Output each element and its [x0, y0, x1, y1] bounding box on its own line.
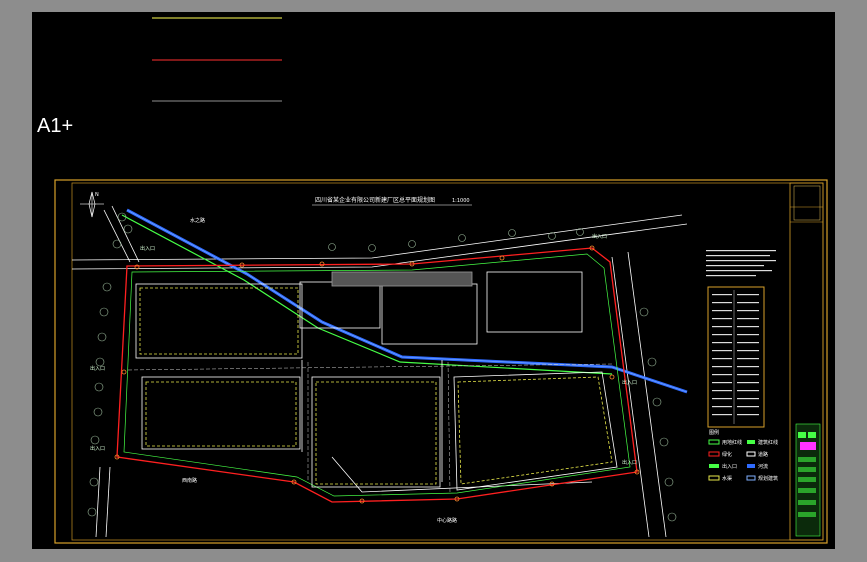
design-notes — [706, 250, 776, 277]
legend-swatch-8 — [746, 475, 756, 481]
west-road-label: 西南路 — [182, 477, 197, 484]
legend-swatch-6 — [747, 464, 755, 468]
drawing-viewport[interactable]: A1+ N 四川省某企业有限公司新建厂区总平面规划图 1:1000 水之路 中心… — [32, 12, 835, 549]
north-arrow-icon: N — [80, 191, 104, 218]
gate-label-3: 出入口 — [140, 245, 155, 252]
gate-label-4: 出入口 — [592, 233, 607, 240]
legend-item-7: 水渠 — [722, 475, 732, 482]
ucs-label: A1+ — [37, 115, 73, 137]
svg-text:N: N — [95, 192, 99, 198]
site-boundary-green — [123, 253, 631, 497]
legend-title: 图例 — [709, 429, 719, 436]
legend-item-4: 道路 — [758, 451, 768, 458]
legend-swatch-7 — [708, 475, 720, 481]
internal-roads — [127, 361, 613, 493]
legend-item-1: 用地红线 — [722, 439, 742, 446]
legend-swatch-2 — [747, 440, 755, 444]
legend-swatch-4 — [746, 451, 756, 457]
south-road-label: 中心路路 — [437, 517, 457, 524]
cad-drawing: A1+ N 四川省某企业有限公司新建厂区总平面规划图 1:1000 水之路 中心… — [37, 17, 828, 544]
indicator-table — [707, 286, 765, 428]
legend: 图例 用地红线 建筑红线 绿化 道路 出入口 河流 水渠 规划建筑 — [708, 429, 778, 482]
legend-swatch-1 — [708, 439, 720, 445]
legend-item-5: 出入口 — [722, 463, 737, 470]
legend-item-2: 建筑红线 — [758, 439, 778, 446]
legend-item-8: 规划建筑 — [758, 475, 778, 482]
gate-label-5: 出入口 — [622, 379, 637, 386]
drawing-inner-frame — [71, 182, 824, 541]
title-block — [789, 182, 824, 541]
legend-swatch-3 — [708, 451, 720, 457]
drawing-scale: 1:1000 — [452, 198, 470, 204]
legend-swatch-5 — [709, 464, 719, 468]
legend-item-3: 绿化 — [722, 451, 732, 458]
gate-label-6: 出入口 — [622, 459, 637, 466]
drawing-title: 四川省某企业有限公司新建厂区总平面规划图 — [315, 196, 435, 204]
parcels — [135, 271, 618, 491]
gate-label-2: 出入口 — [90, 445, 105, 452]
legend-item-6: 河流 — [758, 463, 768, 470]
green-belt — [121, 214, 613, 375]
water-label: 水之路 — [190, 217, 205, 224]
gate-label-1: 出入口 — [90, 365, 105, 372]
